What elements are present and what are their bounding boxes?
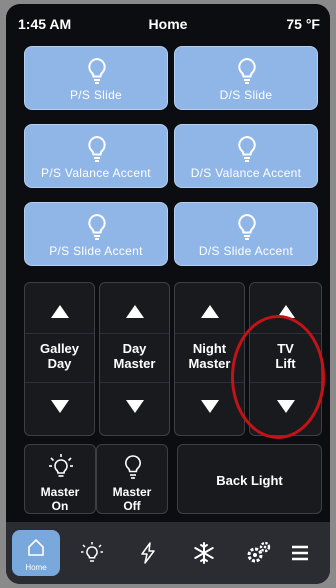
divider — [100, 382, 169, 383]
master-off-label: Master Off — [112, 485, 152, 513]
lift-label: Day Master — [113, 341, 156, 371]
nav-home-button[interactable]: Home — [12, 530, 60, 576]
down-arrow-button[interactable] — [50, 400, 69, 413]
divider — [25, 333, 94, 334]
menu-icon — [292, 545, 308, 561]
light-label: D/S Valance Accent — [190, 166, 302, 180]
divider — [100, 333, 169, 334]
nav-home-label: Home — [25, 563, 47, 572]
galley-day-control: Galley Day — [24, 282, 95, 436]
divider — [175, 333, 244, 334]
nav-power-button[interactable] — [124, 530, 172, 576]
day-master-control: Day Master — [99, 282, 170, 436]
bulb-icon — [238, 135, 256, 162]
back-light-button[interactable]: Back Light — [177, 444, 322, 514]
light-ps-valance-accent-button[interactable]: P/S Valance Accent — [24, 124, 168, 188]
light-ps-slide-button[interactable]: P/S Slide — [24, 46, 168, 110]
bottom-nav: Home — [6, 522, 330, 584]
page-title: Home — [148, 16, 188, 32]
power-icon — [141, 542, 155, 564]
light-ds-valance-accent-button[interactable]: D/S Valance Accent — [174, 124, 318, 188]
light-label: D/S Slide Accent — [198, 244, 294, 258]
light-ds-slide-button[interactable]: D/S Slide — [174, 46, 318, 110]
down-arrow-button[interactable] — [125, 400, 144, 413]
nav-climate-button[interactable] — [180, 530, 228, 576]
master-on-label: Master On — [40, 485, 80, 513]
master-off-button[interactable]: Master Off — [96, 444, 168, 514]
nav-lights-button[interactable] — [68, 530, 116, 576]
temperature: 75 °F — [286, 16, 320, 32]
light-icon — [81, 542, 103, 562]
light-ds-slide-accent-button[interactable]: D/S Slide Accent — [174, 202, 318, 266]
light-label: P/S Slide — [69, 88, 123, 102]
light-ps-slide-accent-button[interactable]: P/S Slide Accent — [24, 202, 168, 266]
up-arrow-button[interactable] — [125, 305, 144, 318]
bulb-icon — [238, 213, 256, 240]
nav-settings-button[interactable] — [234, 530, 282, 576]
status-bar: 1:45 AM Home 75 °F — [6, 4, 330, 38]
screen: 1:45 AM Home 75 °F P/S Slide D/S Slide P… — [6, 4, 330, 584]
snowflake-icon — [194, 542, 214, 564]
back-light-label: Back Light — [216, 473, 283, 488]
light-label: D/S Slide — [219, 88, 273, 102]
bulb-icon — [88, 135, 106, 162]
up-arrow-button[interactable] — [50, 305, 69, 318]
highlight-circle — [231, 315, 325, 439]
up-arrow-button[interactable] — [200, 305, 219, 318]
bulb-icon — [125, 455, 141, 479]
nav-menu-button[interactable] — [276, 530, 324, 576]
light-label: P/S Valance Accent — [41, 166, 151, 180]
down-arrow-button[interactable] — [200, 400, 219, 413]
bulb-icon — [88, 213, 106, 240]
home-icon — [28, 538, 44, 556]
master-on-button[interactable]: Master On — [24, 444, 96, 514]
light-label: P/S Slide Accent — [49, 244, 143, 258]
bulb-icon — [238, 57, 256, 84]
gear-icon — [247, 541, 271, 563]
divider — [25, 382, 94, 383]
lift-label: Galley Day — [39, 341, 80, 371]
light-on-icon — [49, 454, 73, 477]
bulb-icon — [88, 57, 106, 84]
